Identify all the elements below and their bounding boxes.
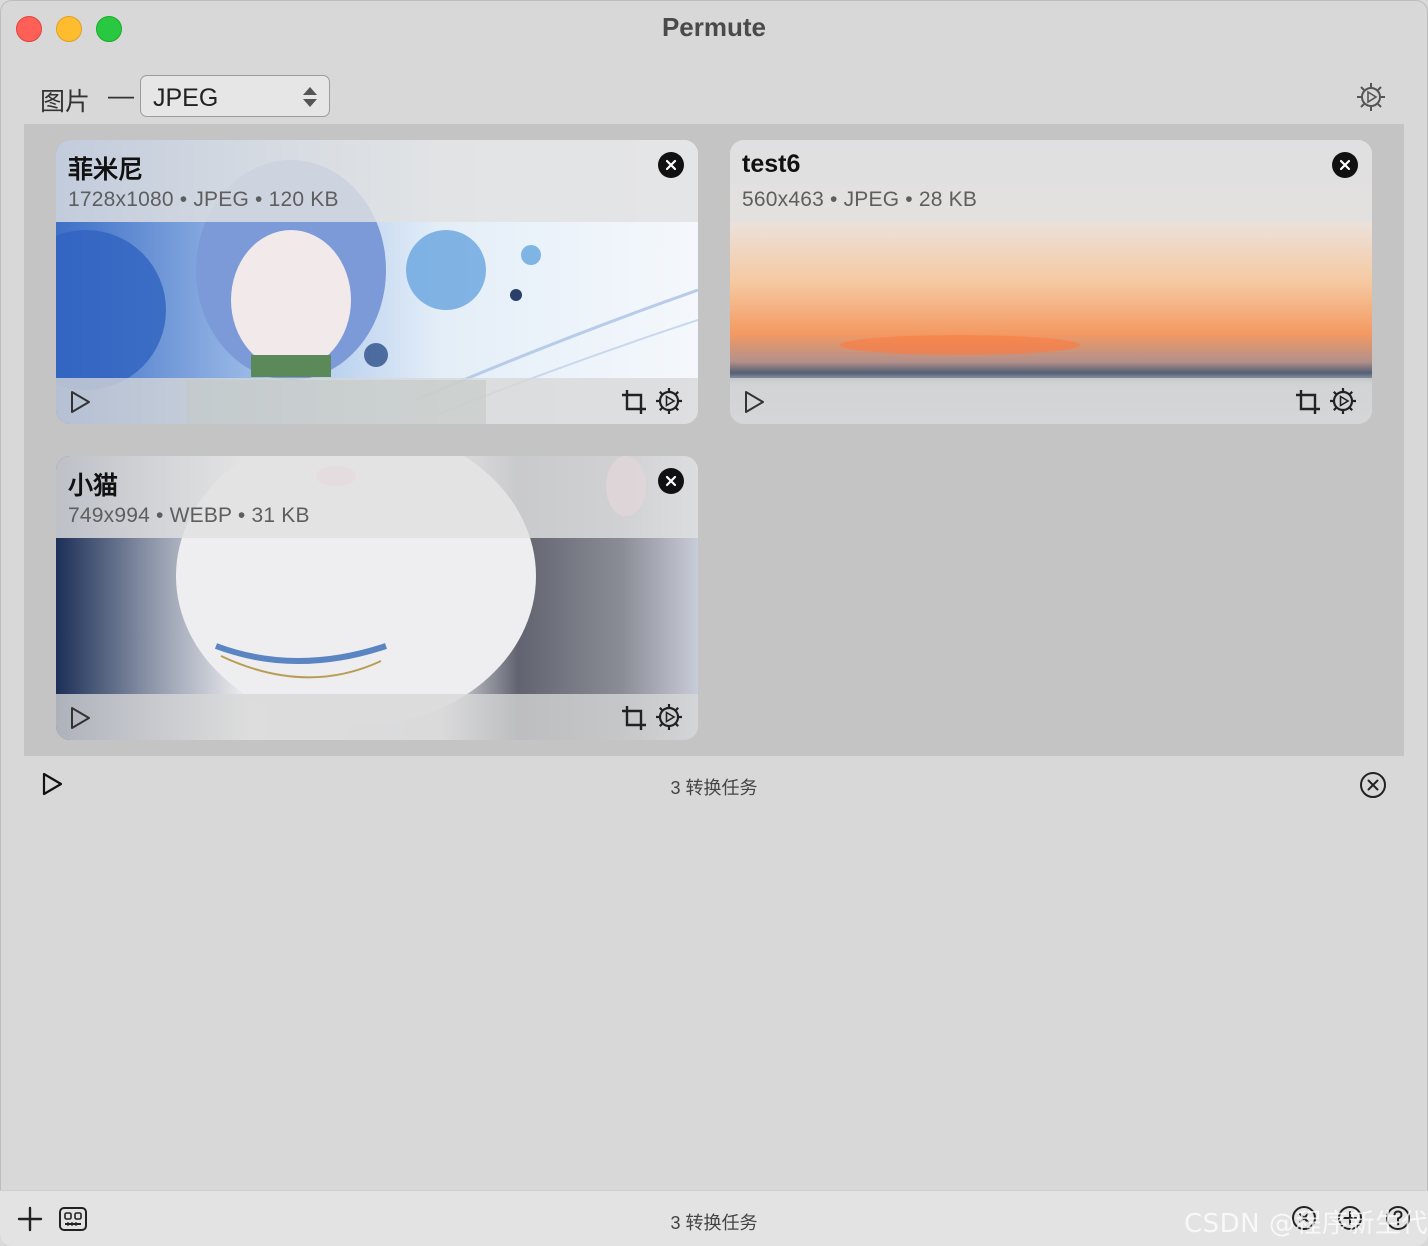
- status-row: 3 转换任务: [0, 762, 1428, 806]
- conversion-item[interactable]: 菲米尼 1728x1080 • JPEG • 120 KB: [56, 140, 698, 424]
- bottom-bar: 3 转换任务 CSDN @程序新生代: [0, 1190, 1428, 1246]
- output-format-value: JPEG: [153, 84, 219, 112]
- permute-window: Permute 图片 — JPEG 菲米尼 1728x1080 • JPEG •…: [0, 0, 1428, 1246]
- item-metadata: 749x994 • WEBP • 31 KB: [68, 504, 310, 527]
- title-bar: Permute: [0, 0, 1428, 56]
- item-footer: [56, 694, 698, 740]
- item-settings-gear-icon[interactable]: [654, 386, 684, 416]
- cancel-all-close-icon[interactable]: [1358, 770, 1388, 800]
- item-name: 小猫: [68, 472, 119, 500]
- watermark-text: CSDN @程序新生代: [1184, 1209, 1428, 1239]
- item-settings-gear-icon[interactable]: [654, 702, 684, 732]
- item-footer: [56, 378, 698, 424]
- remove-item-close-icon[interactable]: [1332, 152, 1358, 178]
- crop-item-icon[interactable]: [620, 388, 648, 416]
- convert-item-play-icon[interactable]: [68, 706, 92, 730]
- convert-item-play-icon[interactable]: [742, 390, 766, 414]
- select-arrows-icon: [303, 87, 317, 107]
- item-name: 菲米尼: [68, 156, 144, 184]
- item-metadata: 1728x1080 • JPEG • 120 KB: [68, 188, 339, 211]
- media-type-separator: —: [108, 80, 134, 110]
- item-name: test6: [742, 150, 801, 178]
- task-count-label: 3 转换任务: [670, 778, 758, 798]
- crop-item-icon[interactable]: [620, 704, 648, 732]
- window-title: Permute: [661, 12, 767, 42]
- remove-item-close-icon[interactable]: [658, 468, 684, 494]
- toolbar: 图片 — JPEG: [0, 70, 1428, 124]
- crop-item-icon[interactable]: [1294, 388, 1322, 416]
- remove-item-close-icon[interactable]: [658, 152, 684, 178]
- global-settings-gear-icon[interactable]: [1354, 80, 1388, 114]
- item-footer: [730, 378, 1372, 424]
- item-metadata: 560x463 • JPEG • 28 KB: [742, 188, 978, 211]
- convert-item-play-icon[interactable]: [68, 390, 92, 414]
- media-type-label: 图片: [40, 88, 91, 116]
- item-settings-gear-icon[interactable]: [1328, 386, 1358, 416]
- conversion-item[interactable]: 小猫 749x994 • WEBP • 31 KB: [56, 456, 698, 740]
- conversion-list: 菲米尼 1728x1080 • JPEG • 120 KB test6 560x…: [24, 124, 1404, 756]
- output-format-select[interactable]: JPEG: [140, 75, 330, 117]
- conversion-item[interactable]: test6 560x463 • JPEG • 28 KB: [730, 140, 1372, 424]
